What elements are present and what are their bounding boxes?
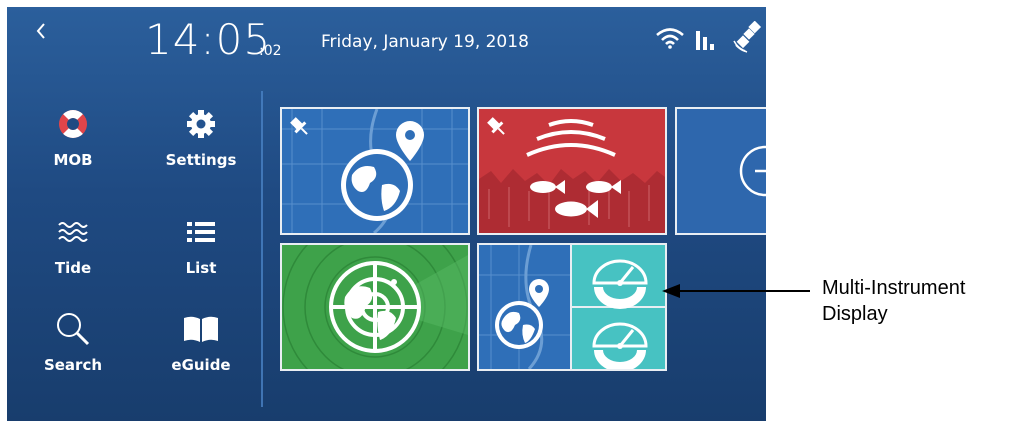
clock-seconds: :02	[259, 43, 282, 59]
radar-app-tile[interactable]	[280, 243, 470, 371]
sidebar-item-label: Search	[43, 356, 103, 374]
pin-icon	[290, 117, 308, 135]
fish-sonar-icon	[526, 119, 621, 218]
sidebar-item-list[interactable]: List	[151, 215, 251, 299]
plus-circle-icon	[739, 145, 766, 197]
callout-label: Multi-Instrument Display	[822, 275, 965, 327]
sidebar-divider	[261, 91, 263, 407]
waves-icon	[58, 222, 88, 242]
add-app-tile[interactable]	[675, 107, 766, 235]
sidebar-item-label: List	[185, 259, 217, 277]
sonar-app-tile[interactable]	[477, 107, 667, 235]
back-button[interactable]	[34, 21, 60, 47]
gear-icon	[187, 110, 215, 138]
display-screen: 14:05 :02 Friday, January 19, 2018 MOB S…	[7, 7, 766, 421]
magnifier-icon	[57, 313, 90, 346]
signal-bars-icon	[696, 31, 714, 50]
sidebar-item-mob[interactable]: MOB	[23, 107, 123, 191]
life-ring-icon	[59, 110, 87, 138]
wifi-icon	[656, 28, 684, 49]
chevron-left-icon	[36, 23, 45, 39]
radar-globe-icon	[329, 261, 421, 353]
date-label: Friday, January 19, 2018	[321, 32, 529, 52]
sidebar-item-label: Settings	[165, 151, 237, 169]
chart-app-tile[interactable]	[280, 107, 470, 235]
sidebar-item-eguide[interactable]: eGuide	[151, 310, 251, 394]
globe-pin-icon	[341, 121, 424, 221]
status-bar	[655, 21, 765, 53]
sidebar-item-tide[interactable]: Tide	[23, 215, 123, 299]
sidebar-item-label: Tide	[54, 259, 92, 277]
callout-arrow	[662, 284, 810, 298]
book-icon	[184, 316, 218, 342]
globe-gauge-icon	[479, 245, 665, 369]
satellite-icon	[733, 21, 762, 53]
callout-line-1: Multi-Instrument	[822, 277, 966, 299]
sidebar-item-search[interactable]: Search	[23, 310, 123, 394]
callout-line-2: Display	[822, 303, 888, 325]
sidebar-item-settings[interactable]: Settings	[151, 107, 251, 191]
list-icon	[187, 222, 215, 242]
sidebar-item-label: MOB	[53, 151, 93, 169]
sidebar-item-label: eGuide	[171, 356, 231, 374]
multi-instrument-tile[interactable]	[477, 243, 667, 371]
clock-time: 14:05	[145, 15, 272, 64]
